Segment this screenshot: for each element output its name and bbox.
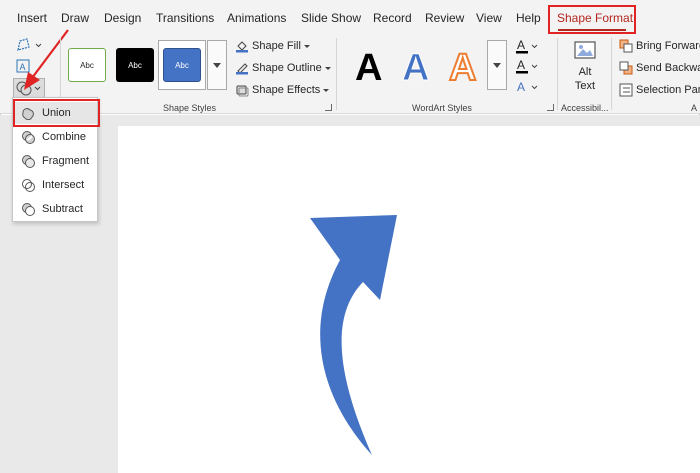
tab-transitions[interactable]: Transitions	[156, 11, 214, 25]
wordart-more-button[interactable]	[487, 40, 507, 90]
tab-record[interactable]: Record	[373, 11, 412, 25]
shape-styles-more-button[interactable]	[207, 40, 227, 90]
selection-pane-button[interactable]: Selection Pane	[619, 83, 700, 97]
send-backward-label: Send Backward	[636, 62, 700, 74]
alt-text-label-1: Alt	[578, 66, 592, 78]
pencil-outline-icon	[236, 63, 248, 75]
tab-view[interactable]: View	[476, 11, 502, 25]
wordart-launcher-icon[interactable]	[547, 104, 554, 111]
svg-text:A: A	[517, 38, 525, 52]
shape-effects-button[interactable]: Shape Effects	[235, 83, 330, 97]
fragment-icon	[22, 155, 35, 168]
fragment-label: Fragment	[42, 155, 90, 167]
tab-slideshow[interactable]: Slide Show	[301, 11, 361, 25]
shape-styles-group-label: Shape Styles	[163, 103, 217, 113]
wordart-style-black[interactable]: A	[355, 47, 382, 90]
tab-review[interactable]: Review	[425, 11, 464, 25]
intersect-icon	[22, 179, 35, 192]
wordart-group-label: WordArt Styles	[412, 103, 472, 113]
menu-item-intersect[interactable]: Intersect	[13, 174, 97, 196]
shape-fill-label: Shape Fill	[252, 40, 301, 52]
tab-draw[interactable]: Draw	[61, 11, 89, 25]
text-outline-button[interactable]: A	[515, 58, 539, 74]
chevron-down-icon	[493, 62, 501, 68]
alt-text-button[interactable]: Alt Text	[566, 40, 604, 98]
highlight-box-union	[13, 99, 100, 127]
shape-styles-launcher-icon[interactable]	[325, 104, 332, 111]
group-divider	[557, 38, 558, 110]
menu-item-fragment[interactable]: Fragment	[13, 150, 97, 172]
shape-fill-button[interactable]: Shape Fill	[235, 39, 310, 53]
svg-text:A: A	[517, 80, 525, 94]
send-backward-button[interactable]: Send Backward	[619, 61, 700, 75]
wordart-style-blue[interactable]: A	[401, 47, 429, 90]
combine-label: Combine	[42, 131, 87, 143]
bring-forward-button[interactable]: Bring Forward	[619, 39, 700, 53]
shape-style-blue[interactable]: Abc	[163, 48, 201, 82]
text-fill-button[interactable]: A	[515, 38, 539, 54]
alt-text-label-2: Text	[574, 80, 596, 92]
text-outline-icon: A	[516, 58, 538, 74]
shape-outline-button[interactable]: Shape Outline	[235, 61, 331, 75]
text-effects-button[interactable]: A	[515, 79, 539, 95]
tab-help[interactable]: Help	[516, 11, 541, 25]
arrange-group-label: A	[691, 103, 698, 113]
alt-text-icon	[574, 41, 596, 59]
accessibility-group-label: Accessibil...	[561, 103, 609, 113]
highlight-box-shape-format	[548, 5, 636, 34]
group-divider	[336, 38, 337, 110]
intersect-label: Intersect	[42, 179, 85, 191]
menu-item-combine[interactable]: Combine	[13, 126, 97, 148]
tab-insert[interactable]: Insert	[17, 11, 47, 25]
text-effects-icon: A	[517, 80, 538, 94]
send-backward-icon	[619, 61, 633, 75]
red-arrow-annotation	[24, 29, 69, 90]
tab-design[interactable]: Design	[104, 11, 141, 25]
curved-up-arrow-shape[interactable]	[300, 210, 410, 460]
shape-style-outline-green[interactable]: Abc	[68, 48, 106, 82]
subtract-icon	[22, 203, 35, 216]
bring-forward-icon	[619, 39, 633, 53]
selection-pane-label: Selection Pane	[636, 84, 700, 96]
shape-style-black[interactable]: Abc	[116, 48, 154, 82]
wordart-style-orange-outline[interactable]: A	[448, 46, 477, 90]
paint-bucket-icon	[236, 41, 248, 53]
tab-animations[interactable]: Animations	[227, 11, 286, 25]
svg-text:A: A	[517, 58, 525, 72]
selection-pane-icon	[619, 83, 633, 97]
shape-outline-label: Shape Outline	[252, 62, 322, 74]
text-fill-icon: A	[516, 38, 538, 54]
menu-item-subtract[interactable]: Subtract	[13, 198, 97, 220]
subtract-label: Subtract	[42, 203, 83, 215]
group-divider	[611, 38, 612, 110]
bring-forward-label: Bring Forward	[636, 40, 700, 52]
chevron-down-icon	[213, 62, 221, 68]
shape-effects-label: Shape Effects	[252, 84, 321, 96]
shape-effects-icon	[236, 85, 249, 97]
combine-icon	[22, 131, 35, 144]
